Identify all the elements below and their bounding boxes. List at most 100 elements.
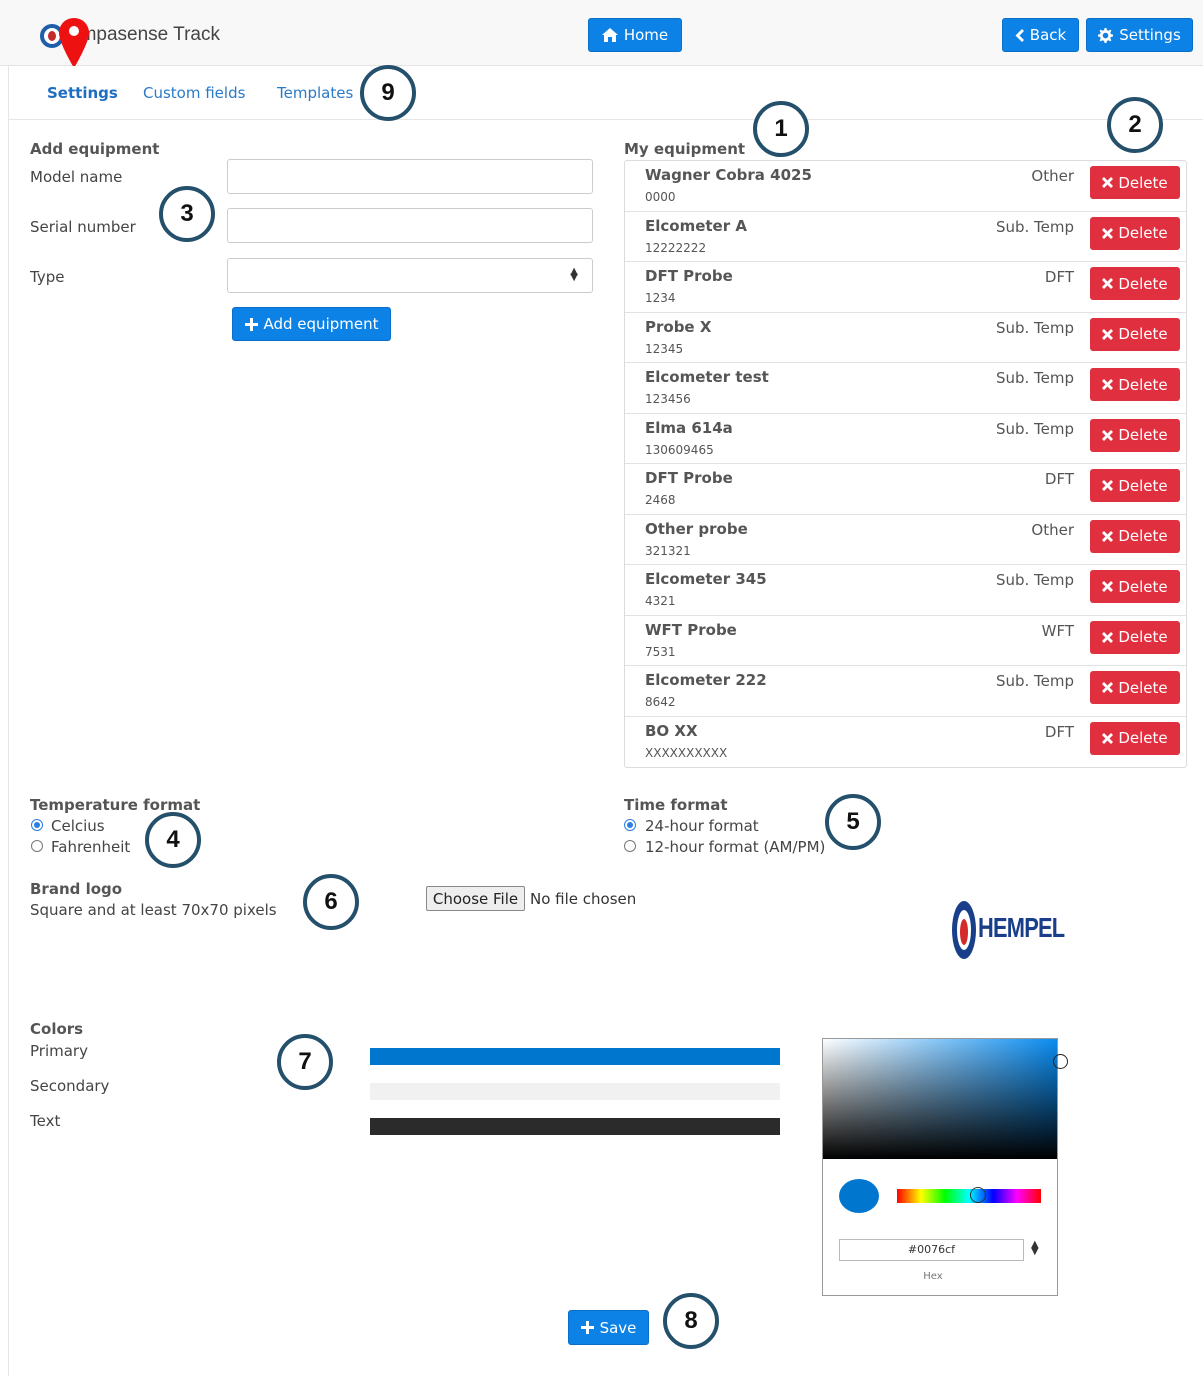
hempel-logo-text: HEMPEL bbox=[978, 912, 1065, 943]
text-color-swatch[interactable] bbox=[370, 1118, 780, 1135]
delete-button-label: Delete bbox=[1118, 325, 1168, 343]
equipment-row: Elcometer test 123456 Sub. Temp Delete bbox=[625, 363, 1186, 414]
close-icon bbox=[1102, 732, 1114, 744]
equipment-serial: 123456 bbox=[645, 392, 691, 406]
tab-settings[interactable]: Settings bbox=[47, 84, 118, 102]
saturation-handle[interactable] bbox=[1053, 1054, 1068, 1069]
equipment-row: Wagner Cobra 4025 0000 Other Delete bbox=[625, 161, 1186, 212]
delete-button[interactable]: Delete bbox=[1090, 570, 1180, 603]
equipment-type: DFT bbox=[1044, 470, 1074, 488]
close-icon bbox=[1102, 581, 1114, 592]
fahrenheit-label: Fahrenheit bbox=[51, 838, 131, 856]
delete-button[interactable]: Delete bbox=[1090, 166, 1180, 199]
model-name-input[interactable] bbox=[227, 159, 593, 194]
add-equipment-button-label: Add equipment bbox=[263, 315, 379, 333]
equipment-type: Sub. Temp bbox=[995, 419, 1074, 438]
close-icon bbox=[1102, 530, 1114, 542]
content-border bbox=[8, 120, 9, 1376]
delete-button-label: Delete bbox=[1118, 476, 1168, 495]
delete-button-label: Delete bbox=[1118, 224, 1168, 242]
equipment-type: DFT bbox=[1044, 268, 1074, 286]
choose-file-button[interactable]: Choose File bbox=[426, 886, 525, 911]
equipment-name: Other probe bbox=[645, 519, 748, 538]
home-button[interactable]: Home bbox=[588, 18, 682, 52]
callout-4: 4 bbox=[145, 812, 201, 868]
home-button-label: Home bbox=[623, 26, 669, 44]
hex-input[interactable]: #0076cf bbox=[839, 1239, 1024, 1261]
select-arrows-icon: ▲ ▼ bbox=[570, 266, 578, 283]
tab-templates[interactable]: Templates bbox=[277, 84, 353, 102]
callout-7: 7 bbox=[277, 1034, 333, 1090]
equipment-serial: 4321 bbox=[645, 594, 676, 608]
hue-slider-handle[interactable] bbox=[970, 1187, 986, 1203]
text-color-label: Text bbox=[30, 1112, 61, 1130]
tab-custom-fields[interactable]: Custom fields bbox=[143, 84, 245, 102]
radio-celcius[interactable] bbox=[31, 819, 43, 831]
equipment-row: Elcometer A 12222222 Sub. Temp Delete bbox=[625, 212, 1186, 262]
equipment-name: Elcometer 345 bbox=[645, 570, 767, 588]
equipment-serial: 7531 bbox=[645, 644, 676, 659]
equipment-name: DFT Probe bbox=[645, 469, 733, 487]
primary-color-swatch[interactable] bbox=[370, 1048, 780, 1065]
save-button-label: Save bbox=[599, 1318, 637, 1337]
serial-number-label: Serial number bbox=[30, 218, 136, 236]
celcius-label: Celcius bbox=[51, 817, 105, 835]
delete-button[interactable]: Delete bbox=[1090, 418, 1180, 452]
delete-button[interactable]: Delete bbox=[1090, 721, 1180, 755]
brand-logo-image: HEMPEL bbox=[950, 898, 1065, 960]
color-preview-swatch bbox=[839, 1179, 879, 1213]
type-select[interactable]: ▲ ▼ bbox=[227, 258, 593, 293]
delete-button-label: Delete bbox=[1118, 678, 1168, 697]
equipment-row: DFT Probe 2468 DFT Delete bbox=[625, 464, 1186, 515]
secondary-color-label: Secondary bbox=[30, 1077, 110, 1095]
save-button[interactable]: Save bbox=[568, 1310, 649, 1345]
settings-tabs: Settings Custom fields Templates bbox=[8, 66, 1203, 120]
radio-12-hour[interactable] bbox=[624, 840, 636, 852]
equipment-serial: 321321 bbox=[645, 543, 691, 558]
add-equipment-button[interactable]: Add equipment bbox=[232, 307, 391, 341]
delete-button[interactable]: Delete bbox=[1090, 519, 1180, 553]
equipment-type: Sub. Temp bbox=[995, 369, 1074, 387]
equipment-name: Elcometer 222 bbox=[645, 671, 767, 689]
equipment-name: Elcometer test bbox=[645, 368, 769, 386]
colors-title: Colors bbox=[30, 1020, 84, 1038]
equipment-serial: 12222222 bbox=[645, 240, 707, 255]
callout-1: 1 bbox=[753, 101, 809, 157]
equipment-type: Sub. Temp bbox=[995, 217, 1074, 236]
hue-slider[interactable] bbox=[897, 1189, 1041, 1203]
time-format-title: Time format bbox=[624, 796, 728, 814]
equipment-type: Sub. Temp bbox=[995, 571, 1074, 589]
delete-button[interactable]: Delete bbox=[1090, 317, 1180, 351]
equipment-row: DFT Probe 1234 DFT Delete bbox=[625, 262, 1186, 313]
radio-fahrenheit[interactable] bbox=[31, 840, 43, 852]
serial-number-input[interactable] bbox=[227, 208, 593, 243]
equipment-type: Other bbox=[1031, 520, 1074, 539]
chevron-left-icon bbox=[1015, 28, 1024, 42]
delete-button[interactable]: Delete bbox=[1090, 469, 1180, 502]
delete-button[interactable]: Delete bbox=[1090, 368, 1180, 401]
equipment-serial: 2468 bbox=[645, 493, 676, 507]
back-button[interactable]: Back bbox=[1002, 18, 1079, 52]
secondary-color-swatch[interactable] bbox=[370, 1083, 780, 1100]
delete-button[interactable]: Delete bbox=[1090, 267, 1180, 300]
settings-button[interactable]: Settings bbox=[1086, 18, 1193, 52]
brand-logo-title: Brand logo bbox=[30, 880, 123, 898]
radio-24-hour[interactable] bbox=[624, 819, 636, 831]
delete-button-label: Delete bbox=[1118, 628, 1168, 646]
top-navbar: empasense Track Home Back Settings bbox=[0, 0, 1203, 68]
equipment-serial: 0000 bbox=[645, 190, 676, 204]
equipment-name: Probe X bbox=[645, 317, 712, 336]
equipment-serial: 12345 bbox=[645, 341, 684, 356]
plus-icon bbox=[244, 317, 258, 331]
format-toggle-icon[interactable]: ▲ ▼ bbox=[1031, 1240, 1039, 1257]
delete-button[interactable]: Delete bbox=[1090, 671, 1180, 704]
color-saturation-area[interactable] bbox=[823, 1039, 1057, 1159]
close-icon bbox=[1102, 227, 1114, 239]
equipment-row: WFT Probe 7531 WFT Delete bbox=[625, 616, 1186, 666]
delete-button[interactable]: Delete bbox=[1090, 216, 1180, 250]
delete-button-label: Delete bbox=[1118, 426, 1168, 444]
delete-button[interactable]: Delete bbox=[1090, 620, 1180, 654]
equipment-type: DFT bbox=[1044, 722, 1074, 741]
equipment-serial: XXXXXXXXXX bbox=[645, 745, 728, 760]
map-pin-icon bbox=[59, 18, 89, 68]
